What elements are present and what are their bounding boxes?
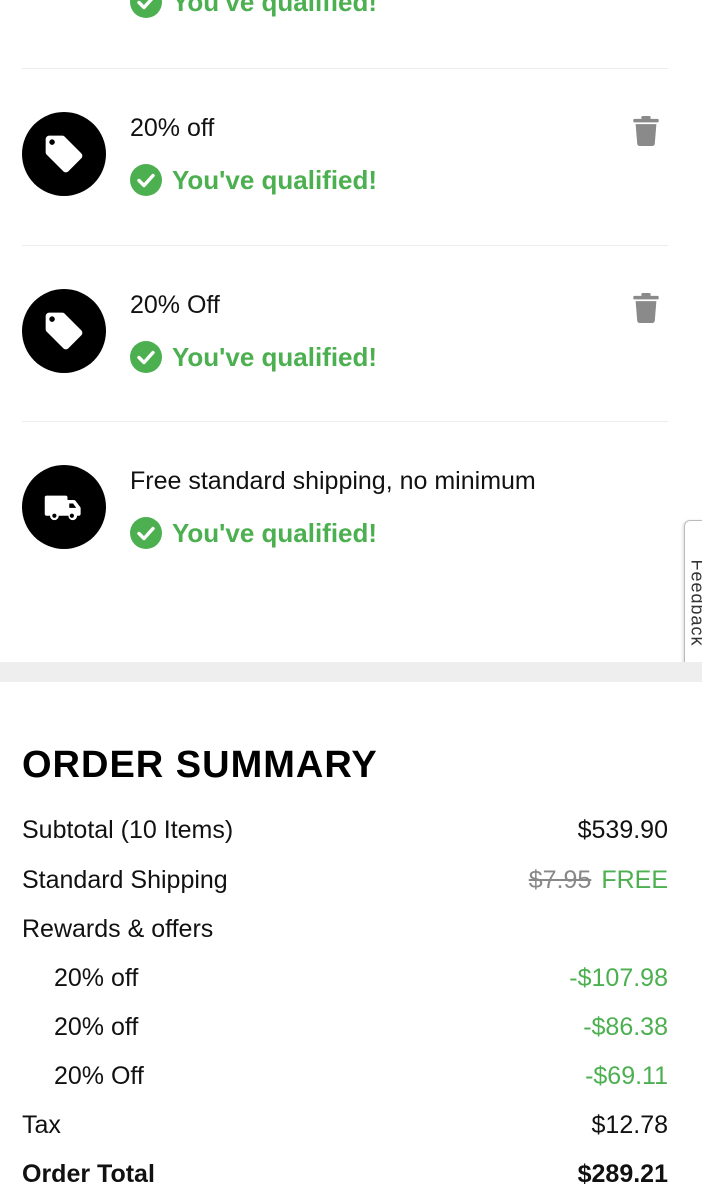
offer-row: You've qualified!: [22, 0, 668, 70]
discount-value: -$107.98: [569, 964, 668, 992]
rewards-label: Rewards & offers: [22, 915, 214, 943]
trash-icon[interactable]: [632, 116, 660, 146]
qualified-text: You've qualified!: [172, 0, 378, 17]
discount-label: 20% Off: [54, 1062, 144, 1090]
qualified-text: You've qualified!: [172, 341, 378, 372]
qualified-text: You've qualified!: [172, 517, 378, 548]
tag-icon: [22, 112, 106, 196]
shipping-original-price: $7.95: [528, 866, 592, 894]
offer-title: 20% off: [130, 114, 215, 142]
divider: [22, 68, 668, 69]
feedback-label: Feedback: [687, 559, 702, 647]
rewards-line: Rewards & offers: [22, 915, 668, 955]
qualified-status: You've qualified!: [130, 0, 377, 18]
shipping-value: FREE: [601, 866, 668, 894]
discount-value: -$69.11: [585, 1062, 668, 1090]
discount-value: -$86.38: [583, 1013, 668, 1041]
tax-line: Tax $12.78: [22, 1111, 668, 1151]
discount-label: 20% off: [54, 964, 139, 992]
divider: [22, 421, 668, 422]
discount-line: 20% off -$107.98: [22, 964, 668, 1004]
discount-line: 20% off -$86.38: [22, 1013, 668, 1053]
order-total-value: $289.21: [577, 1160, 668, 1188]
subtotal-line: Subtotal (10 Items) $539.90: [22, 816, 668, 856]
tax-label: Tax: [22, 1111, 61, 1139]
shipping-value-group: $7.95 FREE: [529, 866, 668, 895]
truck-icon: [22, 465, 106, 549]
qualified-status: You've qualified!: [130, 164, 377, 196]
qualified-status: You've qualified!: [130, 517, 377, 549]
qualified-status: You've qualified!: [130, 341, 377, 373]
trash-icon[interactable]: [632, 293, 660, 323]
section-divider-band: [0, 662, 702, 682]
check-circle-icon: [130, 0, 162, 18]
order-total-label: Order Total: [22, 1160, 155, 1188]
subtotal-label: Subtotal (10 Items): [22, 816, 234, 844]
check-circle-icon: [130, 341, 162, 373]
order-total-line: Order Total $289.21: [22, 1160, 668, 1200]
check-circle-icon: [130, 517, 162, 549]
offer-title: 20% Off: [130, 291, 220, 319]
offers-list: You've qualified! 20% off You've qualifi…: [0, 0, 702, 662]
offer-row: 20% off You've qualified!: [22, 112, 668, 288]
offer-title: Free standard shipping, no minimum: [130, 467, 536, 495]
divider: [22, 245, 668, 246]
discount-label: 20% off: [54, 1013, 139, 1041]
order-summary: ORDER SUMMARY Subtotal (10 Items) $539.9…: [0, 682, 702, 1200]
qualified-text: You've qualified!: [172, 164, 378, 195]
check-circle-icon: [130, 164, 162, 196]
tag-icon: [22, 289, 106, 373]
discount-line: 20% Off -$69.11: [22, 1062, 668, 1102]
shipping-line: Standard Shipping $7.95 FREE: [22, 866, 668, 906]
offer-row: 20% Off You've qualified!: [22, 289, 668, 465]
order-summary-title: ORDER SUMMARY: [22, 744, 378, 786]
subtotal-value: $539.90: [577, 816, 668, 844]
offer-row: Free standard shipping, no minimum You'v…: [22, 465, 668, 641]
tax-value: $12.78: [591, 1111, 668, 1139]
shipping-label: Standard Shipping: [22, 866, 228, 894]
